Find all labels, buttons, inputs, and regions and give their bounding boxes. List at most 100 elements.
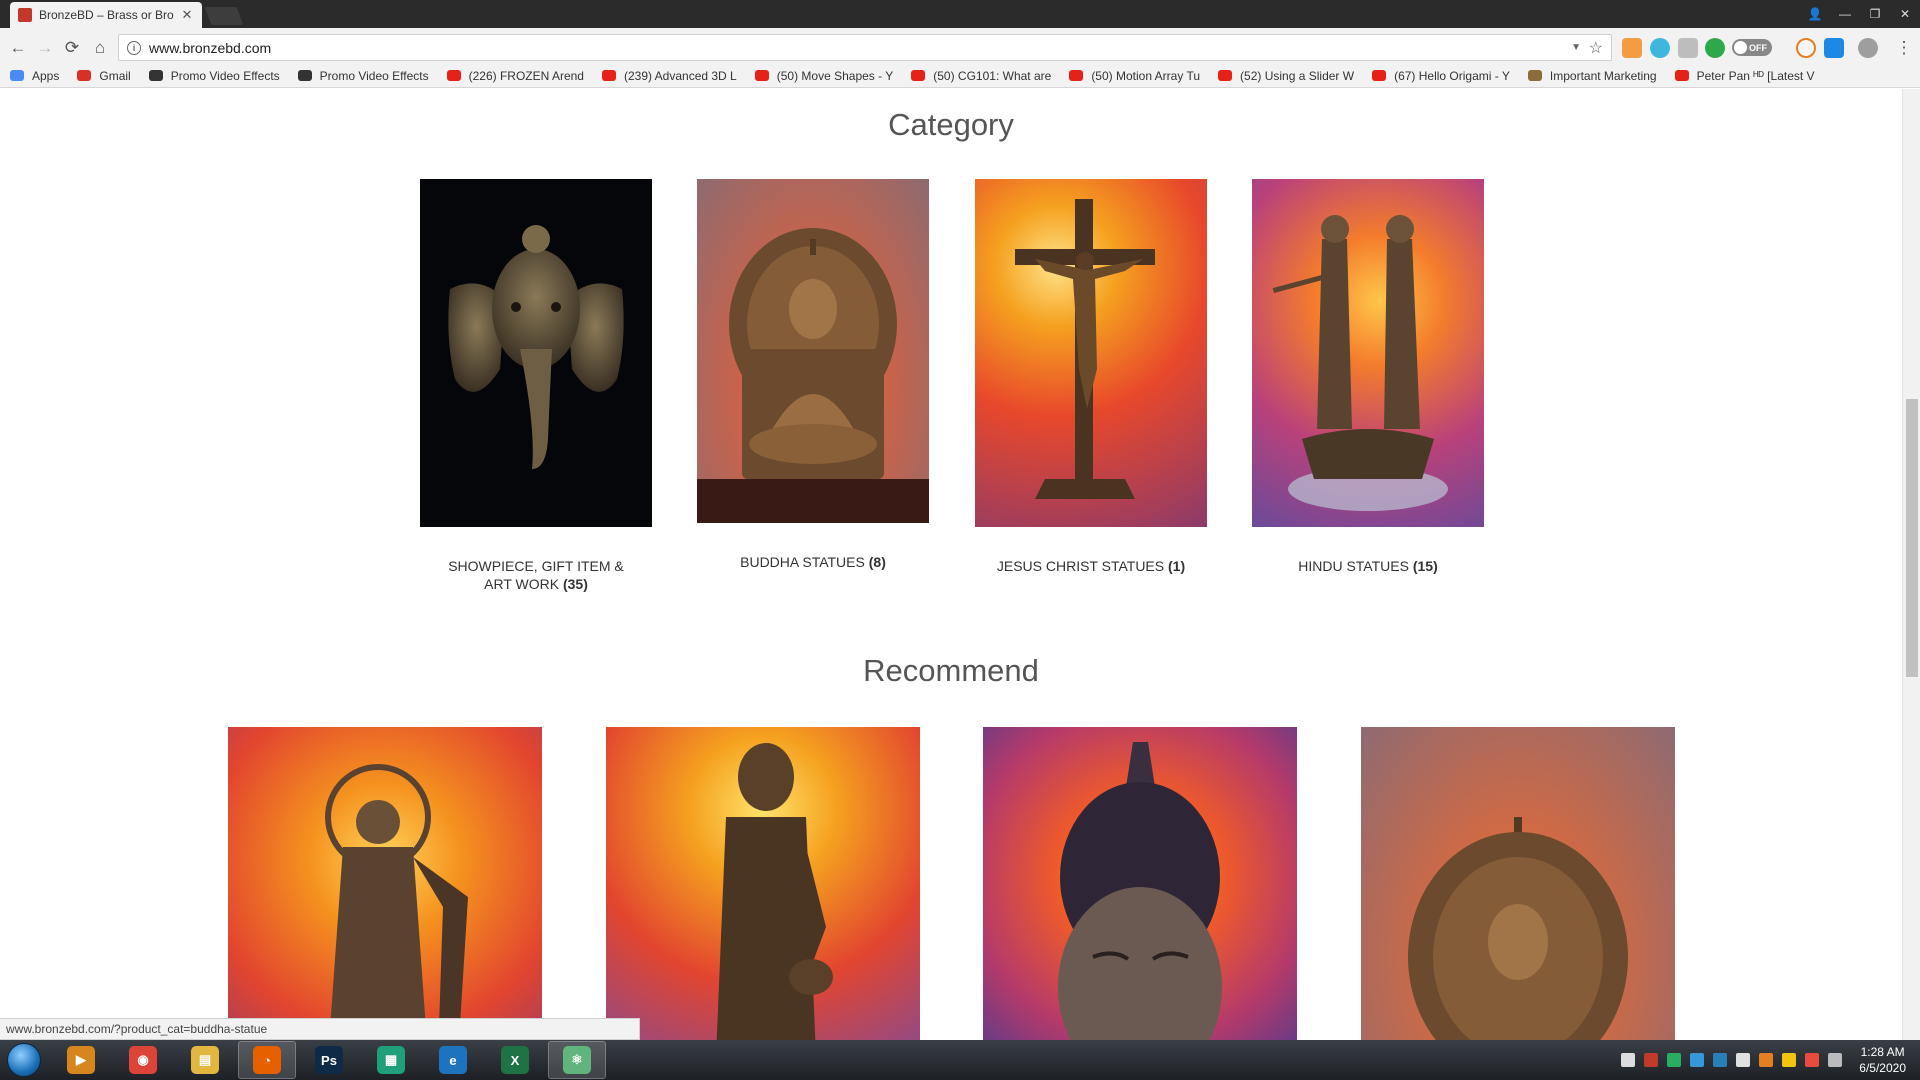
gmail-icon: [77, 70, 92, 81]
bookmark-item[interactable]: Promo Video Effects: [297, 69, 429, 83]
category-image-buddha[interactable]: [697, 179, 929, 523]
back-button[interactable]: ←: [6, 36, 30, 60]
taskbar-app-file-explorer[interactable]: ▤: [176, 1041, 234, 1079]
tray-display-icon[interactable]: [1782, 1053, 1797, 1067]
bookmark-item[interactable]: (239) Advanced 3D L: [601, 69, 737, 83]
minimize-button[interactable]: —: [1830, 0, 1860, 28]
menu-icon[interactable]: ⋮: [1892, 36, 1916, 60]
window-controls: 👤 — ❐ ✕: [1800, 0, 1920, 28]
extension-shield-icon[interactable]: [1858, 38, 1878, 58]
category-count: (15): [1412, 558, 1438, 574]
bookmark-item[interactable]: (67) Hello Origami - Y: [1372, 69, 1510, 83]
windows-taskbar: ▶ ◉ ▤ ◔ Ps ▦ e X ⚛ 1:28 AM 6/5/2020: [0, 1040, 1920, 1080]
taskbar-app-atom[interactable]: ⚛: [548, 1041, 606, 1079]
monk-statue-icon: [716, 743, 833, 1040]
extension-headphones-icon[interactable]: [1650, 38, 1670, 58]
profile-icon[interactable]: 👤: [1800, 0, 1830, 28]
buddha-statue-icon: [1408, 817, 1628, 1040]
tray-network-icon[interactable]: [1713, 1053, 1728, 1067]
close-window-button[interactable]: ✕: [1890, 0, 1920, 28]
bookmark-item[interactable]: (226) FROZEN Arend: [446, 69, 584, 83]
youtube-icon: [1069, 70, 1084, 81]
extension-power-icon[interactable]: [1705, 38, 1725, 58]
internet-explorer-icon: e: [439, 1046, 467, 1074]
system-clock[interactable]: 1:28 AM 6/5/2020: [1859, 1044, 1906, 1076]
chevron-down-icon[interactable]: ▼: [1571, 42, 1581, 53]
category-label-buddha[interactable]: BUDDHA STATUES (8): [697, 553, 929, 571]
taskbar-app-media-player[interactable]: ▶: [52, 1041, 110, 1079]
excel-icon: X: [501, 1046, 529, 1074]
volume-icon[interactable]: [1736, 1053, 1751, 1067]
reload-button[interactable]: ⟳: [60, 36, 84, 60]
browser-tab[interactable]: BronzeBD – Brass or Bro ✕: [10, 2, 202, 28]
taskbar-app-excel[interactable]: X: [486, 1041, 544, 1079]
home-button[interactable]: ⌂: [88, 36, 112, 60]
category-label-jesus[interactable]: JESUS CHRIST STATUES (1): [975, 557, 1207, 575]
bookmark-item[interactable]: (50) Motion Array Tu: [1069, 69, 1200, 83]
bookmark-item[interactable]: (52) Using a Slider W: [1218, 69, 1354, 83]
recommended-product-monk[interactable]: [606, 727, 920, 1040]
extension-orange-icon[interactable]: [1622, 38, 1642, 58]
address-bar[interactable]: i www.bronzebd.com ▼ ☆: [118, 34, 1612, 61]
tray-chart-icon[interactable]: [1667, 1053, 1682, 1067]
recommended-product-deity[interactable]: [228, 727, 542, 1040]
doc-icon: [1527, 70, 1542, 81]
youtube-icon: [1372, 70, 1387, 81]
hindu-statue-icon: [1272, 215, 1448, 511]
taskbar-app-photoshop[interactable]: Ps: [300, 1041, 358, 1079]
category-card-showpiece[interactable]: SHOWPIECE, GIFT ITEM & ART WORK (35): [420, 179, 652, 593]
recommended-product-buddha-head[interactable]: [983, 727, 1297, 1040]
extension-toggle[interactable]: OFF: [1732, 39, 1772, 56]
category-image-hindu[interactable]: [1252, 179, 1484, 527]
bookmark-item[interactable]: (50) Move Shapes - Y: [754, 69, 893, 83]
taskbar-app-chrome[interactable]: ◉: [114, 1041, 172, 1079]
bookmark-label: (50) CG101: What are: [933, 68, 1052, 83]
bookmark-item[interactable]: Peter Pan ᴴᴰ [Latest V: [1674, 69, 1815, 83]
close-tab-icon[interactable]: ✕: [180, 7, 194, 23]
new-tab-button[interactable]: [204, 7, 244, 25]
youtube-icon: [754, 70, 769, 81]
scrollbar-thumb[interactable]: [1906, 399, 1918, 677]
bookmark-label: (52) Using a Slider W: [1240, 68, 1355, 83]
tray-dropbox-icon[interactable]: [1690, 1053, 1705, 1067]
site-favicon-icon: [18, 8, 32, 22]
youtube-icon: [1674, 70, 1689, 81]
start-button[interactable]: [0, 1040, 48, 1080]
extension-download-icon[interactable]: [1678, 38, 1698, 58]
taskbar-app-firefox[interactable]: ◔: [238, 1041, 296, 1079]
youtube-icon: [911, 70, 926, 81]
extension-blue-icon[interactable]: [1824, 38, 1844, 58]
taskbar-app-documents[interactable]: ▦: [362, 1041, 420, 1079]
bookmark-item[interactable]: Apps: [10, 69, 59, 83]
taskbar-app-internet-explorer[interactable]: e: [424, 1041, 482, 1079]
recommended-product-buddha[interactable]: [1361, 727, 1675, 1040]
bookmark-star-icon[interactable]: ☆: [1589, 38, 1603, 58]
bookmark-item[interactable]: (50) CG101: What are: [911, 69, 1051, 83]
tray-gear-icon[interactable]: [1621, 1053, 1636, 1067]
category-card-hindu[interactable]: HINDU STATUES (15): [1252, 179, 1484, 575]
category-label-hindu[interactable]: HINDU STATUES (15): [1252, 557, 1484, 575]
category-image-elephant[interactable]: [420, 179, 652, 527]
clock-date: 6/5/2020: [1859, 1061, 1906, 1075]
buddha-statue-icon: [697, 228, 929, 523]
category-card-buddha[interactable]: BUDDHA STATUES (8): [697, 179, 929, 571]
youtube-icon: [1218, 70, 1233, 81]
bookmark-item[interactable]: Important Marketing: [1527, 69, 1657, 83]
category-image-crucifix[interactable]: [975, 179, 1207, 527]
photoshop-icon: Ps: [315, 1046, 343, 1074]
site-info-icon[interactable]: i: [127, 40, 141, 55]
category-label-showpiece[interactable]: SHOWPIECE, GIFT ITEM & ART WORK (35): [420, 557, 652, 593]
extension-search-icon[interactable]: [1796, 38, 1816, 58]
action-center-flag-icon[interactable]: [1805, 1053, 1820, 1067]
vertical-scrollbar[interactable]: [1902, 89, 1920, 1040]
category-card-jesus[interactable]: JESUS CHRIST STATUES (1): [975, 179, 1207, 575]
keyboard-icon[interactable]: [1828, 1053, 1843, 1067]
bookmark-item[interactable]: Gmail: [77, 69, 131, 83]
restore-button[interactable]: ❐: [1860, 0, 1890, 28]
bookmark-item[interactable]: Promo Video Effects: [148, 69, 280, 83]
forward-button[interactable]: →: [33, 36, 57, 60]
category-name: SHOWPIECE, GIFT ITEM & ART WORK: [448, 558, 624, 592]
tray-orange-icon[interactable]: [1759, 1053, 1774, 1067]
bookmarks-bar: Apps Gmail Promo Video Effects Promo Video …: [0, 64, 1920, 88]
tray-app-icon[interactable]: [1644, 1053, 1659, 1067]
